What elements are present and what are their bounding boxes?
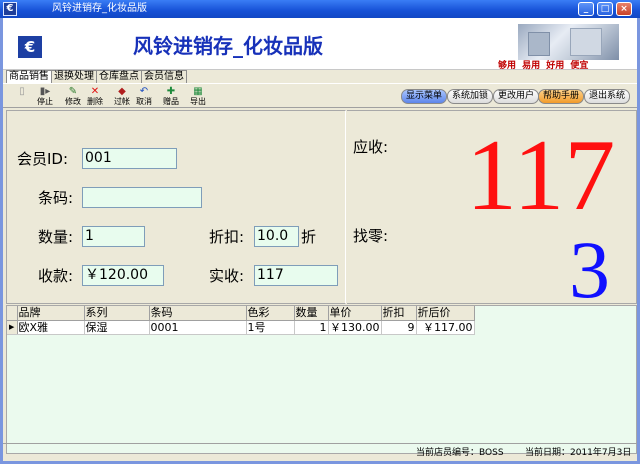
barcode-label: 条码: [38,189,74,207]
delete-icon: ✕ [90,86,100,97]
sales-table: 品牌 系列 条码 色彩 数量 单价 折扣 折后价 ▶ 欧X雅 保湿 0001 1… [7,306,475,335]
export-button[interactable]: ▦ 导出 [186,86,210,107]
discount-input[interactable]: 10.0 [254,226,299,247]
change-label: 找零: [353,227,389,245]
post-button[interactable]: ◆ 过帐 [110,86,134,107]
column-header[interactable]: 单价 [328,306,382,321]
quantity-label: 数量: [38,228,74,246]
cancel-button[interactable]: ↶ 取消 [132,86,156,107]
stop-icon: ▮▸ [39,86,51,97]
table-cell[interactable]: 9 [381,320,417,335]
exit-system-button[interactable]: 退出系统 [584,89,631,104]
tab-returns[interactable]: 退换处理 [51,70,97,83]
payment-input[interactable]: ￥120.00 [82,265,164,286]
close-button[interactable]: × [616,2,632,16]
export-icon: ▦ [193,86,203,97]
tab-sales[interactable]: 商品销售 [6,70,52,83]
maximize-button[interactable]: □ [597,2,613,16]
stop-button[interactable]: ▮▸ 停止 [33,86,57,107]
row-indicator-header [7,306,18,321]
post-icon: ◆ [118,86,126,97]
sales-grid[interactable]: 品牌 系列 条码 色彩 数量 单价 折扣 折后价 ▶ 欧X雅 保湿 0001 1… [6,305,637,454]
actual-label: 实收: [209,267,245,285]
main-window: € 风铃进销存_化妆品版 够用 易用 好用 便宜 商品销售 退换处理 仓库盘点 … [3,18,637,461]
status-clerk: 当前店员编号：BOSS [416,448,504,458]
actual-input[interactable]: 117 [254,265,338,286]
member-id-label: 会员ID: [17,150,69,168]
sale-entry-panel: 会员ID: 001 条码: 数量: 1 折扣: 10.0 折 收款: ￥120.… [6,110,346,304]
table-cell[interactable]: 1号 [246,320,295,335]
change-user-button[interactable]: 更改用户 [493,89,540,104]
tab-inventory[interactable]: 仓库盘点 [96,70,142,83]
minimize-button[interactable]: _ [578,2,594,16]
quantity-input[interactable]: 1 [82,226,145,247]
receivable-amount: 117 [466,119,616,232]
edit-button[interactable]: ✎ 修改 [61,86,85,107]
table-cell[interactable]: 1 [294,320,329,335]
change-amount: 3 [569,224,610,315]
row-pointer-icon: ▶ [7,320,18,335]
discount-label: 折扣: [209,228,245,246]
status-date: 当前日期：2011年7月3日 [525,448,632,458]
undo-icon: ↶ [139,86,149,97]
edit-icon: ✎ [68,86,78,97]
column-header[interactable]: 折扣 [381,306,417,321]
delete-button[interactable]: ✕ 删除 [83,86,107,107]
tab-strip: 商品销售 退换处理 仓库盘点 会员信息 [6,70,187,83]
table-cell[interactable]: 欧X雅 [17,320,85,335]
column-header[interactable]: 系列 [84,306,150,321]
column-header[interactable]: 折后价 [416,306,475,321]
column-header[interactable]: 品牌 [17,306,85,321]
banner-slogan: 够用 易用 好用 便宜 [498,61,589,71]
tab-members[interactable]: 会员信息 [141,70,187,83]
column-header[interactable]: 条码 [149,306,247,321]
table-cell[interactable]: ￥117.00 [416,320,475,335]
new-button[interactable]: ▯ [10,86,34,97]
logo-icon: € [18,36,42,58]
brand-title: 风铃进销存_化妆品版 [133,34,323,58]
window-title: 风铃进销存_化妆品版 [52,3,147,14]
table-cell[interactable]: 0001 [149,320,247,335]
member-id-input[interactable]: 001 [82,148,177,169]
new-icon: ▯ [19,86,25,97]
discount-unit: 折 [301,228,317,246]
gift-icon: ✚ [166,86,176,97]
table-cell[interactable]: ￥130.00 [328,320,382,335]
title-bar: € 风铃进销存_化妆品版 _ □ × [0,0,640,18]
table-row[interactable]: ▶ 欧X雅 保湿 0001 1号 1 ￥130.00 9 ￥117.00 [7,320,475,335]
status-bar: 当前店员编号：BOSS 当前日期：2011年7月3日 [3,443,637,461]
gift-button[interactable]: ✚ 赠品 [159,86,183,107]
payment-label: 收款: [38,267,74,285]
show-menu-button[interactable]: 显示菜单 [401,89,448,104]
totals-panel: 应收: 117 找零: 3 [347,110,637,311]
column-header[interactable]: 色彩 [246,306,295,321]
toolbar: ▯ ▮▸ 停止 ✎ 修改 ✕ 删除 ◆ 过帐 ↶ 取消 ✚ 赠品 ▦ 导出 显示… [3,83,637,108]
app-icon[interactable]: € [3,2,17,16]
receivable-label: 应收: [353,138,389,156]
table-cell[interactable]: 保湿 [84,320,150,335]
banner-image [518,24,619,60]
table-header: 品牌 系列 条码 色彩 数量 单价 折扣 折后价 [7,306,475,321]
help-manual-button[interactable]: 帮助手册 [538,89,585,104]
banner: € 风铃进销存_化妆品版 够用 易用 好用 便宜 [3,18,637,71]
lock-system-button[interactable]: 系统加锁 [447,89,494,104]
column-header[interactable]: 数量 [294,306,329,321]
barcode-input[interactable] [82,187,202,208]
